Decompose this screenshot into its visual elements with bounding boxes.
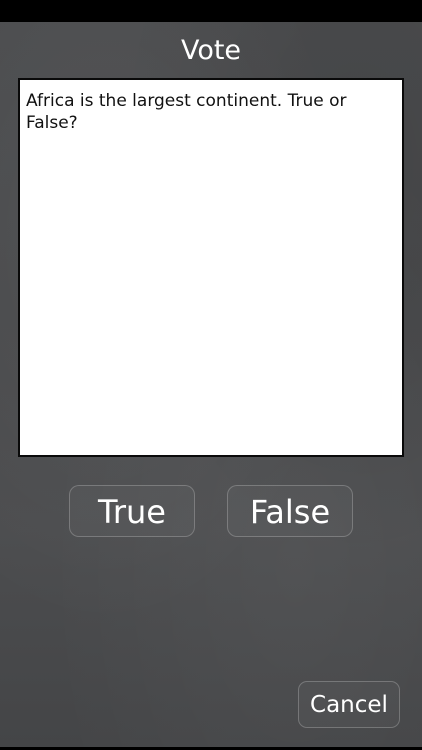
status-bar bbox=[0, 0, 422, 22]
chalkboard-background: Vote Africa is the largest continent. Tr… bbox=[0, 22, 422, 747]
page-title: Vote bbox=[180, 35, 242, 66]
false-button[interactable]: False bbox=[227, 485, 353, 537]
question-text: Africa is the largest continent. True or… bbox=[26, 91, 347, 133]
true-button[interactable]: True bbox=[69, 485, 195, 537]
cancel-button[interactable]: Cancel bbox=[298, 681, 400, 728]
question-box: Africa is the largest continent. True or… bbox=[18, 78, 404, 457]
